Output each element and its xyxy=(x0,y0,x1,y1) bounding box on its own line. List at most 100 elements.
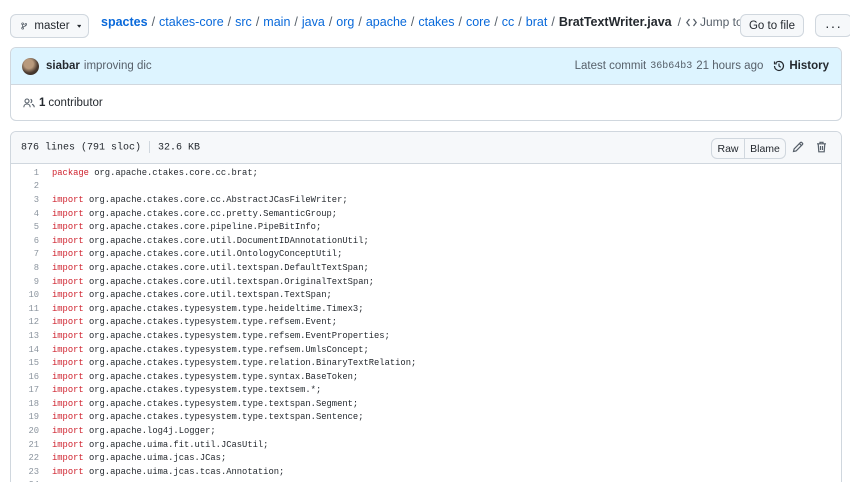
pencil-icon[interactable] xyxy=(792,141,804,153)
breadcrumb-link[interactable]: ctakes xyxy=(418,15,454,29)
code-keyword: import xyxy=(52,426,84,437)
breadcrumb-link[interactable]: src xyxy=(235,15,252,29)
line-number[interactable]: 6 xyxy=(11,236,39,246)
code-text: import org.apache.log4j.Logger; xyxy=(39,426,216,436)
code-text: import org.apache.ctakes.typesystem.type… xyxy=(39,331,390,341)
code-line: 6 import org.apache.ctakes.core.util.Docu… xyxy=(11,234,841,248)
history-icon xyxy=(774,60,785,72)
latest-commit-row: siabar improving dic Latest commit 36b64… xyxy=(11,48,841,85)
line-number[interactable]: 16 xyxy=(11,372,39,382)
code-keyword: import xyxy=(52,439,84,450)
git-branch-icon xyxy=(21,22,28,30)
code-keyword: import xyxy=(52,262,84,273)
code-text: import org.apache.ctakes.core.pipeline.P… xyxy=(39,222,321,232)
line-number[interactable]: 18 xyxy=(11,399,39,409)
code-line: 9 import org.apache.ctakes.core.util.text… xyxy=(11,275,841,289)
code-keyword: import xyxy=(52,453,84,464)
line-number[interactable]: 13 xyxy=(11,331,39,341)
commit-author[interactable]: siabar xyxy=(46,60,80,72)
code-text: import org.apache.ctakes.typesystem.type… xyxy=(39,304,363,314)
line-number[interactable]: 17 xyxy=(11,385,39,395)
code-keyword: import xyxy=(52,276,84,287)
breadcrumb-link[interactable]: apache xyxy=(366,15,407,29)
line-number[interactable]: 11 xyxy=(11,304,39,314)
line-number[interactable]: 10 xyxy=(11,290,39,300)
code-keyword: import xyxy=(52,412,84,423)
code-text: import org.apache.ctakes.core.util.texts… xyxy=(39,263,369,273)
line-number[interactable]: 4 xyxy=(11,209,39,219)
file-size: 32.6 KB xyxy=(158,142,201,154)
line-number[interactable]: 8 xyxy=(11,263,39,273)
trash-icon[interactable] xyxy=(816,141,827,153)
breadcrumb-repo-link[interactable]: spactes xyxy=(101,15,148,29)
code-keyword: import xyxy=(52,371,84,382)
breadcrumb-link[interactable]: core xyxy=(466,15,490,29)
breadcrumb-link[interactable]: org xyxy=(336,15,354,29)
code-keyword: import xyxy=(52,466,84,477)
breadcrumb-link[interactable]: ctakes-core xyxy=(159,15,224,29)
latest-commit-label: Latest commit xyxy=(574,60,647,72)
code-text: import org.apache.ctakes.typesystem.type… xyxy=(39,412,363,422)
code-listing: 1 package org.apache.ctakes.core.cc.brat;… xyxy=(11,164,841,482)
breadcrumb-link[interactable]: main xyxy=(263,15,290,29)
breadcrumb-link[interactable]: brat xyxy=(526,15,548,29)
code-text: import org.apache.uima.jcas.tcas.Annotat… xyxy=(39,467,284,477)
blame-button[interactable]: Blame xyxy=(745,138,786,159)
code-rest: org.apache.uima.fit.util.JCasUtil; xyxy=(83,439,269,450)
code-line: 15 import org.apache.ctakes.typesystem.ty… xyxy=(11,356,841,370)
code-keyword: import xyxy=(52,385,84,396)
line-number[interactable]: 1 xyxy=(11,168,39,178)
avatar[interactable] xyxy=(22,57,39,75)
code-rest: org.apache.uima.jcas.JCas; xyxy=(83,453,227,464)
line-number[interactable]: 12 xyxy=(11,317,39,327)
code-line: 5 import org.apache.ctakes.core.pipeline.… xyxy=(11,220,841,234)
contributors-row[interactable]: 1 contributor xyxy=(11,85,841,120)
code-rest: org.apache.ctakes.core.util.textspan.Ori… xyxy=(83,276,375,287)
code-text: import org.apache.uima.fit.util.JCasUtil… xyxy=(39,440,268,450)
code-rest: org.apache.ctakes.typesystem.type.relati… xyxy=(83,358,417,369)
line-number[interactable]: 14 xyxy=(11,345,39,355)
code-text: import org.apache.ctakes.core.util.texts… xyxy=(39,277,374,287)
code-line: 17 import org.apache.ctakes.typesystem.ty… xyxy=(11,384,841,398)
breadcrumb-link[interactable]: java xyxy=(302,15,325,29)
code-text: import org.apache.ctakes.typesystem.type… xyxy=(39,317,337,327)
line-number[interactable]: 7 xyxy=(11,249,39,259)
line-number[interactable]: 20 xyxy=(11,426,39,436)
line-number[interactable]: 21 xyxy=(11,440,39,450)
line-number[interactable]: 19 xyxy=(11,412,39,422)
branch-select-button[interactable]: master xyxy=(10,14,89,38)
code-line: 13 import org.apache.ctakes.typesystem.ty… xyxy=(11,329,841,343)
line-number[interactable]: 5 xyxy=(11,222,39,232)
code-line: 8 import org.apache.ctakes.core.util.text… xyxy=(11,261,841,275)
line-number[interactable]: 2 xyxy=(11,181,39,191)
code-line: 21 import org.apache.uima.fit.util.JCasUt… xyxy=(11,438,841,452)
code-text: import org.apache.uima.jcas.JCas; xyxy=(39,453,226,463)
code-line: 20 import org.apache.log4j.Logger; xyxy=(11,424,841,438)
commit-time: 21 hours ago xyxy=(696,60,764,72)
line-number[interactable]: 9 xyxy=(11,277,39,287)
go-to-file-button[interactable]: Go to file xyxy=(740,14,804,37)
more-options-button[interactable]: ··· xyxy=(815,14,850,37)
breadcrumb-link[interactable]: cc xyxy=(502,15,515,29)
file-actions: Raw Blame xyxy=(711,138,786,159)
commit-sha-link[interactable]: 36b64b3 xyxy=(650,61,692,72)
code-text: import org.apache.ctakes.typesystem.type… xyxy=(39,385,321,395)
history-link[interactable]: History xyxy=(773,60,829,72)
code-line: 4 import org.apache.ctakes.core.cc.pretty… xyxy=(11,207,841,221)
code-rest: org.apache.ctakes.core.cc.pretty.Semanti… xyxy=(83,208,338,219)
line-number[interactable]: 22 xyxy=(11,453,39,463)
code-text: package org.apache.ctakes.core.cc.brat; xyxy=(39,168,258,178)
code-line: 22 import org.apache.uima.jcas.JCas; xyxy=(11,451,841,465)
line-number[interactable]: 23 xyxy=(11,467,39,477)
code-rest: org.apache.ctakes.core.util.textspan.Tex… xyxy=(83,290,332,301)
commit-message[interactable]: improving dic xyxy=(84,60,152,72)
code-rest: org.apache.ctakes.core.cc.brat; xyxy=(88,167,258,178)
line-number[interactable]: 15 xyxy=(11,358,39,368)
raw-button[interactable]: Raw xyxy=(711,138,745,159)
line-number[interactable]: 3 xyxy=(11,195,39,205)
code-line: 2 xyxy=(11,180,841,194)
code-rest: org.apache.ctakes.core.util.DocumentIDAn… xyxy=(83,235,369,246)
code-line: 3 import org.apache.ctakes.core.cc.Abstra… xyxy=(11,193,841,207)
code-keyword: import xyxy=(52,330,84,341)
code-text: import org.apache.ctakes.core.util.Ontol… xyxy=(39,249,342,259)
